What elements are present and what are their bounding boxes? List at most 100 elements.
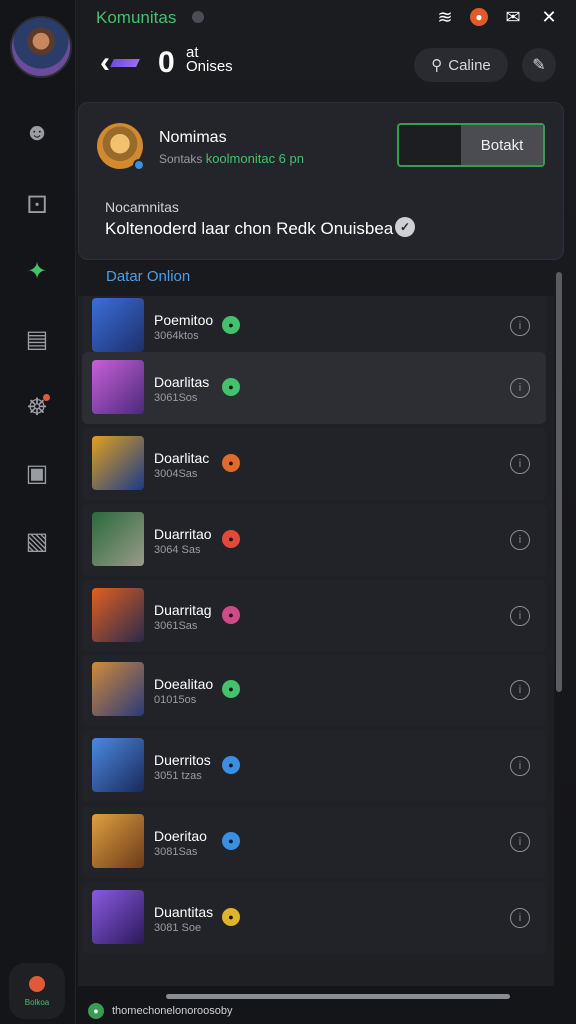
item-thumbnail <box>92 890 144 944</box>
item-subtitle: 3061Sas <box>154 620 198 632</box>
item-title: Duarritag <box>154 602 212 618</box>
item-thumbnail <box>92 814 144 868</box>
verified-icon <box>133 159 145 171</box>
list-item[interactable]: Doarlitas 3061Sos ● i <box>82 352 546 424</box>
list-item[interactable]: Doeritao 3081Sas ● i <box>82 806 546 878</box>
status-badge-icon: ● <box>222 316 240 334</box>
status-badge-icon: ● <box>222 378 240 396</box>
pencil-icon: ✎ <box>532 57 546 74</box>
dice-icon[interactable]: ⚀ <box>22 190 52 220</box>
left-nav-rail: ☻ ⚀ ✦ ▤ ☸ ▣ ▧ Bolkoa <box>0 0 76 1024</box>
notification-dot <box>43 394 50 401</box>
list-item[interactable]: Doarlitac 3004Sas ● i <box>82 428 546 500</box>
list-item[interactable]: Duantitas 3081 Soe ● i <box>82 882 546 954</box>
item-thumbnail <box>92 298 144 352</box>
profile-label: Nocamnitas <box>105 199 179 215</box>
footer-bar: ● thomechonelonoroosoby <box>78 998 564 1024</box>
chat-icon[interactable]: ✉ <box>502 6 524 28</box>
profile-icon[interactable]: ☻ <box>22 118 52 148</box>
door-icon[interactable]: ▧ <box>22 526 52 556</box>
profile-sub: Sontaks koolmonitac 6 pn <box>159 151 304 166</box>
status-ball-icon <box>29 975 45 992</box>
library-icon[interactable]: ▤ <box>22 324 52 354</box>
search-icon: ⚲ <box>431 57 443 74</box>
list-item[interactable]: Duerritos 3051 tzas ● i <box>82 730 546 802</box>
item-title: Doeritao <box>154 828 207 844</box>
header-title: at Onises <box>186 45 233 75</box>
rail-bottom-button[interactable]: Bolkoa <box>9 963 65 1019</box>
search-label: Caline <box>448 56 491 74</box>
vertical-scrollbar[interactable] <box>556 272 562 692</box>
status-badge-icon: ● <box>222 832 240 850</box>
item-title: Doealitao <box>154 676 214 692</box>
member-list: Poemitoo 3064ktos ● i Doarlitas 3061Sos ● i Doar… <box>78 296 554 986</box>
list-item[interactable]: Duarritag 3061Sas ● i <box>82 580 546 652</box>
item-title: Poemitoo <box>154 312 214 328</box>
status-badge-icon: ● <box>222 606 240 624</box>
header-count: 0 <box>158 46 175 79</box>
status-badge-icon: ● <box>222 680 240 698</box>
status-badge-icon: ● <box>222 908 240 926</box>
bot-icon[interactable]: ☸ <box>22 392 52 422</box>
footer-status-icon: ● <box>88 1003 104 1019</box>
item-thumbnail <box>92 662 144 716</box>
back-accent-bar <box>110 59 140 67</box>
status-badge-icon: ● <box>222 530 240 548</box>
header-line-2: Onises <box>186 58 233 75</box>
profile-sub-prefix: Sontaks <box>159 152 203 166</box>
item-title: Duantitas <box>154 904 214 920</box>
item-subtitle: 3004Sas <box>154 468 198 480</box>
profile-avatar[interactable] <box>97 123 145 171</box>
footer-text: thomechonelonoroosoby <box>112 1005 233 1017</box>
window-icon[interactable]: ▣ <box>22 458 52 488</box>
item-thumbnail <box>92 588 144 642</box>
top-bar: Komunitas ≋ ● ✉ ✕ <box>76 0 576 36</box>
item-subtitle: 01015os <box>154 694 197 706</box>
app-title: Komunitas <box>96 8 177 27</box>
community-icon[interactable]: ✦ <box>22 256 52 286</box>
back-button[interactable]: ‹ <box>100 46 154 79</box>
info-icon[interactable]: i <box>510 832 530 852</box>
item-subtitle: 3064ktos <box>154 330 199 342</box>
search-button[interactable]: ⚲ Caline <box>414 48 508 82</box>
user-avatar[interactable] <box>10 16 72 78</box>
info-icon[interactable]: i <box>510 316 530 336</box>
profile-card: Nomimas Sontaks koolmonitac 6 pn Botakt … <box>78 102 564 260</box>
wifi-icon: ≋ <box>437 6 453 27</box>
app-window: ☻ ⚀ ✦ ▤ ☸ ▣ ▧ Bolkoa Komunitas ≋ ● ✉ ✕ ‹… <box>0 0 576 1024</box>
info-icon[interactable]: i <box>510 530 530 550</box>
list-item[interactable]: Duarritao 3064 Sas ● i <box>82 504 546 576</box>
notification-icon[interactable]: ● <box>470 8 488 26</box>
item-title: Duarritao <box>154 526 212 542</box>
rail-bottom-label: Bolkoa <box>24 997 50 1007</box>
item-subtitle: 3081Sas <box>154 846 198 858</box>
info-icon[interactable]: i <box>510 606 530 626</box>
chevron-left-icon: ‹ <box>100 46 110 79</box>
item-subtitle: 3051 tzas <box>154 770 202 782</box>
list-item[interactable]: Doealitao 01015os ● i <box>82 654 546 726</box>
item-thumbnail <box>92 360 144 414</box>
info-icon[interactable]: i <box>510 454 530 474</box>
title-badge-icon <box>192 11 204 23</box>
item-subtitle: 3061Sos <box>154 392 198 404</box>
profile-name: Nomimas <box>159 129 227 146</box>
profile-sub-highlight: koolmonitac 6 pn <box>205 151 304 166</box>
info-icon[interactable]: i <box>510 908 530 928</box>
profile-description: Koltenoderd laar chon Redk Onuisbea <box>105 219 394 238</box>
status-badge-icon: ● <box>222 756 240 774</box>
item-thumbnail <box>92 512 144 566</box>
page-header: ‹ 0 at Onises ⚲ Caline ✎ <box>76 40 576 88</box>
info-icon[interactable]: i <box>510 378 530 398</box>
status-icons: ≋ ● ✉ ✕ <box>434 6 560 28</box>
edit-button[interactable]: ✎ <box>522 48 556 82</box>
info-icon[interactable]: i <box>510 680 530 700</box>
item-title: Doarlitac <box>154 450 210 466</box>
item-thumbnail <box>92 738 144 792</box>
close-icon[interactable]: ✕ <box>538 6 560 28</box>
profile-input-field[interactable]: Botakt <box>397 123 545 167</box>
info-icon[interactable]: i <box>510 756 530 776</box>
item-thumbnail <box>92 436 144 490</box>
profile-action-button[interactable]: Botakt <box>461 125 543 165</box>
item-title: Duerritos <box>154 752 211 768</box>
item-subtitle: 3064 Sas <box>154 544 201 556</box>
